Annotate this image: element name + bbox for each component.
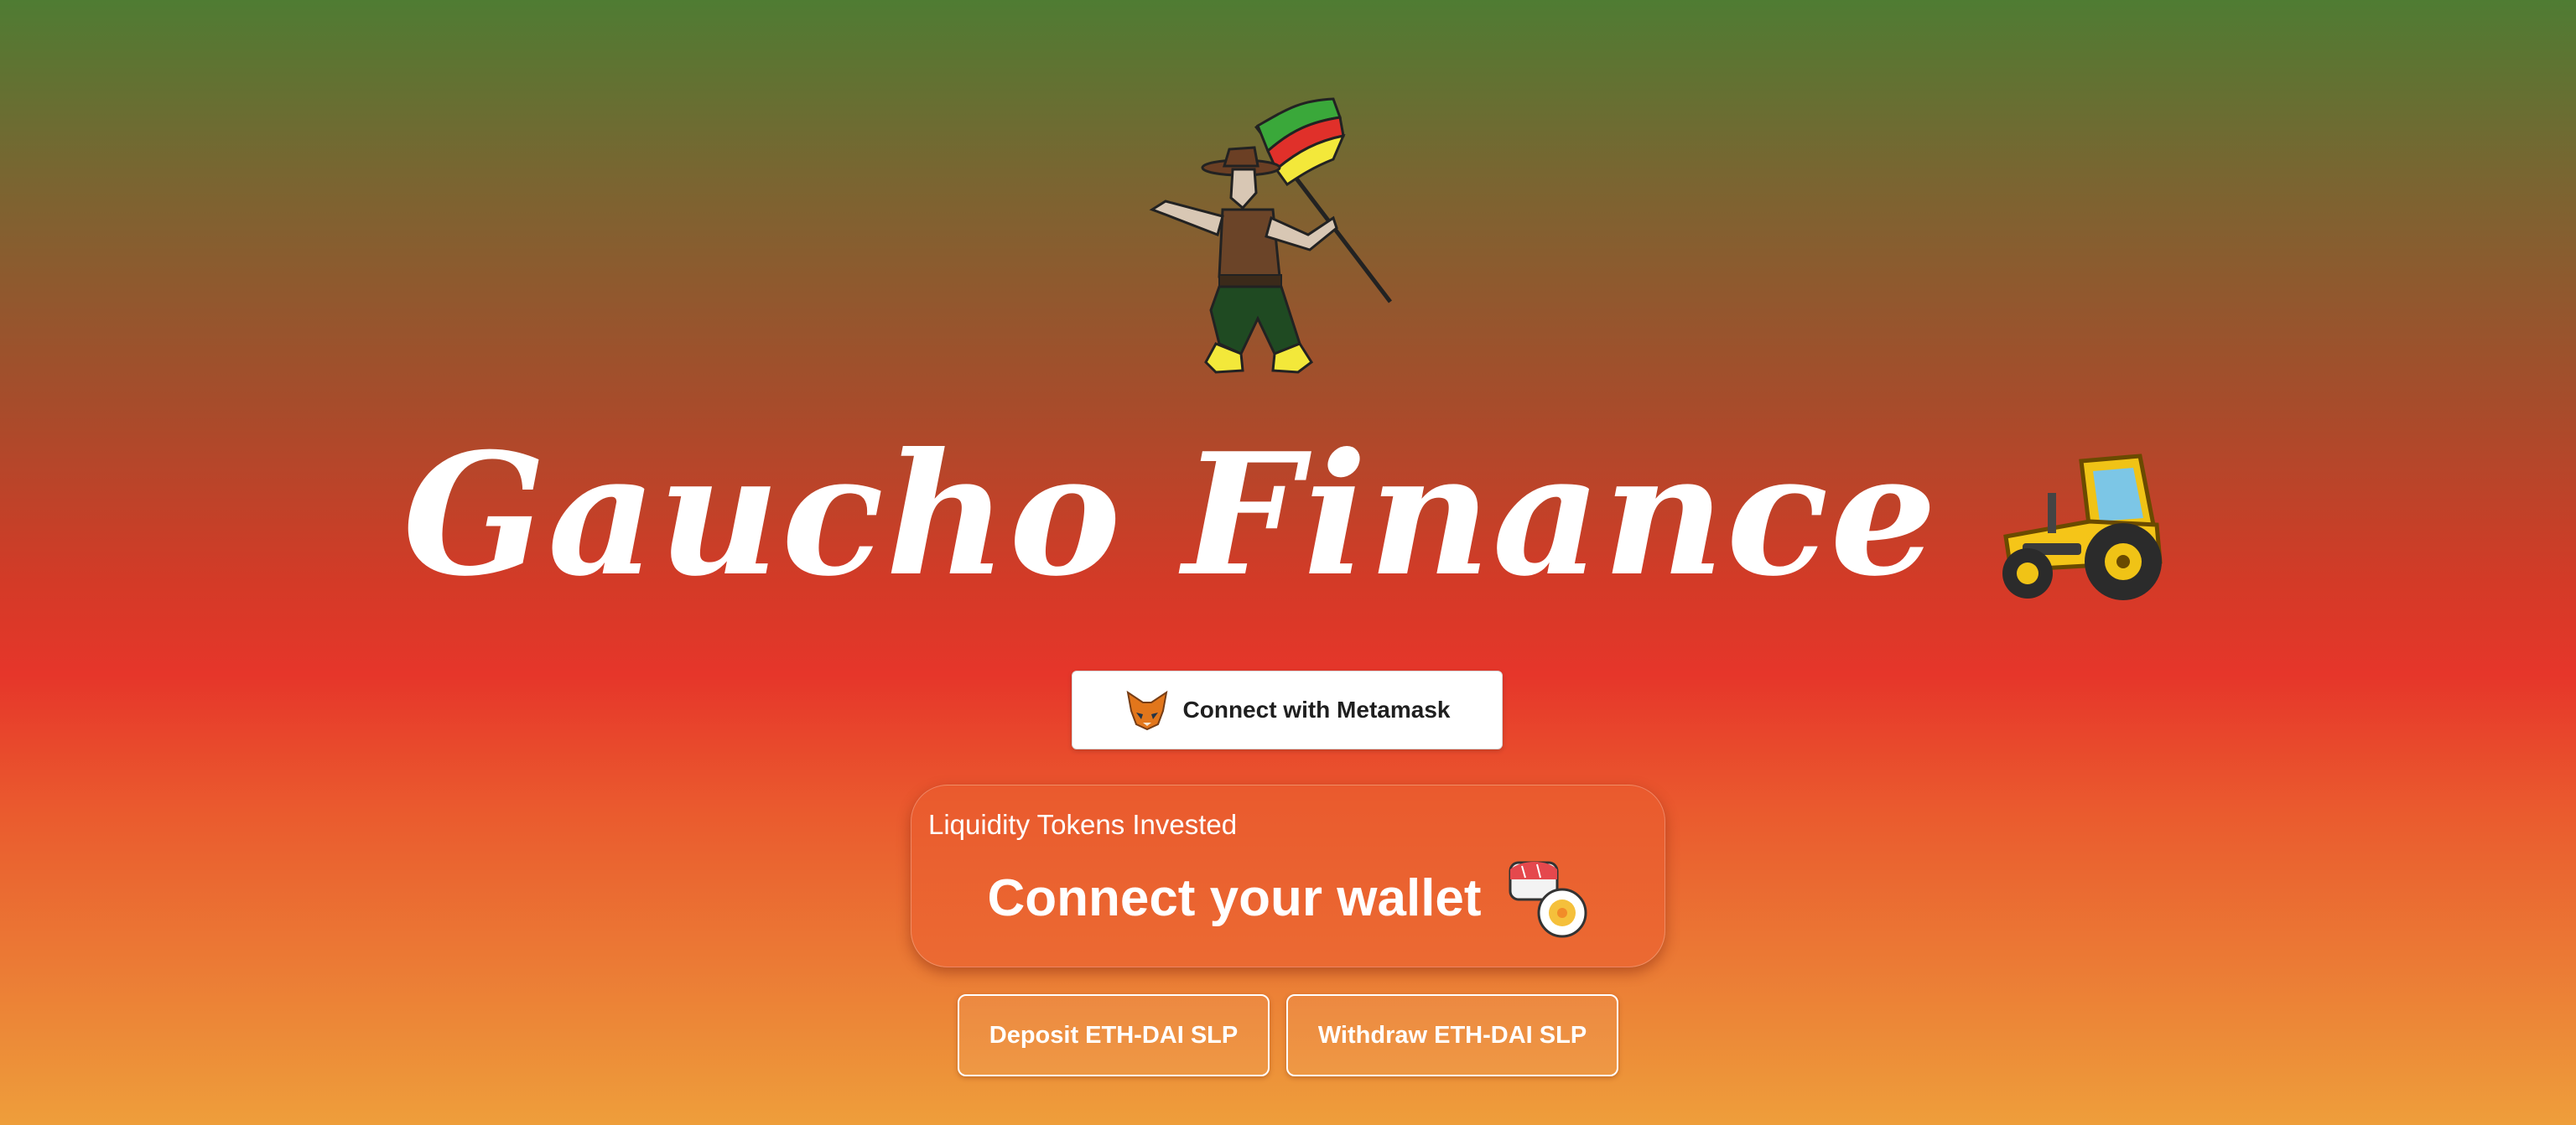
hero-title-row: Gaucho Finance — [0, 419, 2576, 612]
withdraw-button[interactable]: Withdraw ETH-DAI SLP — [1286, 994, 1618, 1076]
metamask-fox-icon — [1126, 690, 1167, 731]
liquidity-card: Liquidity Tokens Invested Connect your w… — [911, 785, 1665, 967]
deposit-button[interactable]: Deposit ETH-DAI SLP — [958, 994, 1270, 1076]
sushi-icon — [1509, 861, 1587, 938]
liquidity-value: Connect your wallet — [987, 868, 1482, 927]
page-title: Gaucho Finance — [402, 417, 1939, 614]
tractor-icon — [2002, 454, 2163, 600]
connect-metamask-label: Connect with Metamask — [1182, 697, 1451, 723]
gaucho-mascot-icon — [1149, 97, 1392, 374]
connect-metamask-button[interactable]: Connect with Metamask — [1072, 671, 1503, 749]
liquidity-label: Liquidity Tokens Invested — [928, 809, 1238, 840]
liquidity-value-row: Connect your wallet — [911, 858, 1665, 938]
